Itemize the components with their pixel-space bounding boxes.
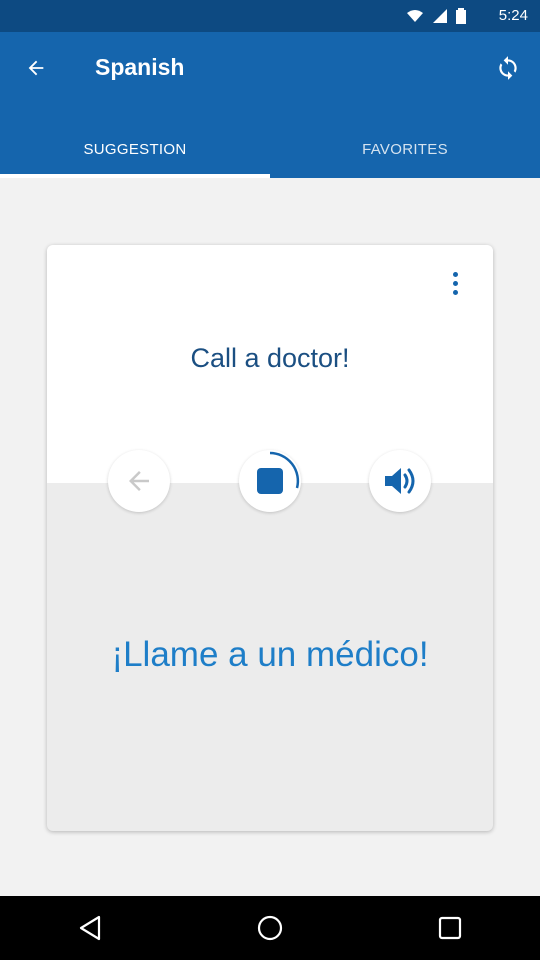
tab-suggestion-label: SUGGESTION [83, 140, 187, 158]
previous-arrow-icon [129, 471, 149, 491]
nav-recents-button[interactable] [420, 898, 480, 958]
refresh-icon [499, 56, 517, 80]
speak-button[interactable] [369, 450, 431, 512]
phrase-text: Call a doctor! [190, 343, 350, 373]
tab-favorites-label: FAVORITES [362, 140, 448, 158]
phrase-card: Call a doctor! ¡Llame a un médico! [47, 245, 493, 831]
triangle-back-icon [79, 915, 101, 941]
active-tab-indicator [0, 174, 270, 178]
status-icons [406, 8, 466, 24]
battery-icon [456, 8, 466, 24]
status-time: 5:24 [498, 7, 528, 24]
nav-back-button[interactable] [60, 898, 120, 958]
tab-bar: SUGGESTION FAVORITES [0, 120, 540, 178]
more-vertical-icon [452, 271, 458, 277]
stop-button[interactable] [239, 450, 301, 512]
page-title: Spanish [95, 54, 185, 80]
app-bar: Spanish SUGGESTION FAVORITES [0, 32, 540, 178]
card-top-section: Call a doctor! [47, 245, 493, 483]
status-bar: 5:24 [0, 0, 540, 32]
system-nav-bar [0, 896, 540, 960]
arrow-back-icon [28, 60, 44, 76]
square-recents-icon [438, 916, 462, 940]
previous-button[interactable] [108, 450, 170, 512]
tab-suggestion[interactable]: SUGGESTION [0, 120, 270, 178]
nav-home-button[interactable] [240, 898, 300, 958]
volume-icon [385, 468, 415, 494]
back-button[interactable] [16, 48, 56, 88]
translation-text: ¡Llame a un médico! [111, 635, 429, 674]
stop-icon [257, 451, 300, 494]
signal-icon [433, 9, 447, 23]
wifi-icon [407, 10, 423, 22]
more-options-button[interactable] [441, 267, 469, 299]
circle-home-icon [257, 915, 283, 941]
tab-favorites[interactable]: FAVORITES [270, 120, 540, 178]
refresh-button[interactable] [488, 48, 528, 88]
